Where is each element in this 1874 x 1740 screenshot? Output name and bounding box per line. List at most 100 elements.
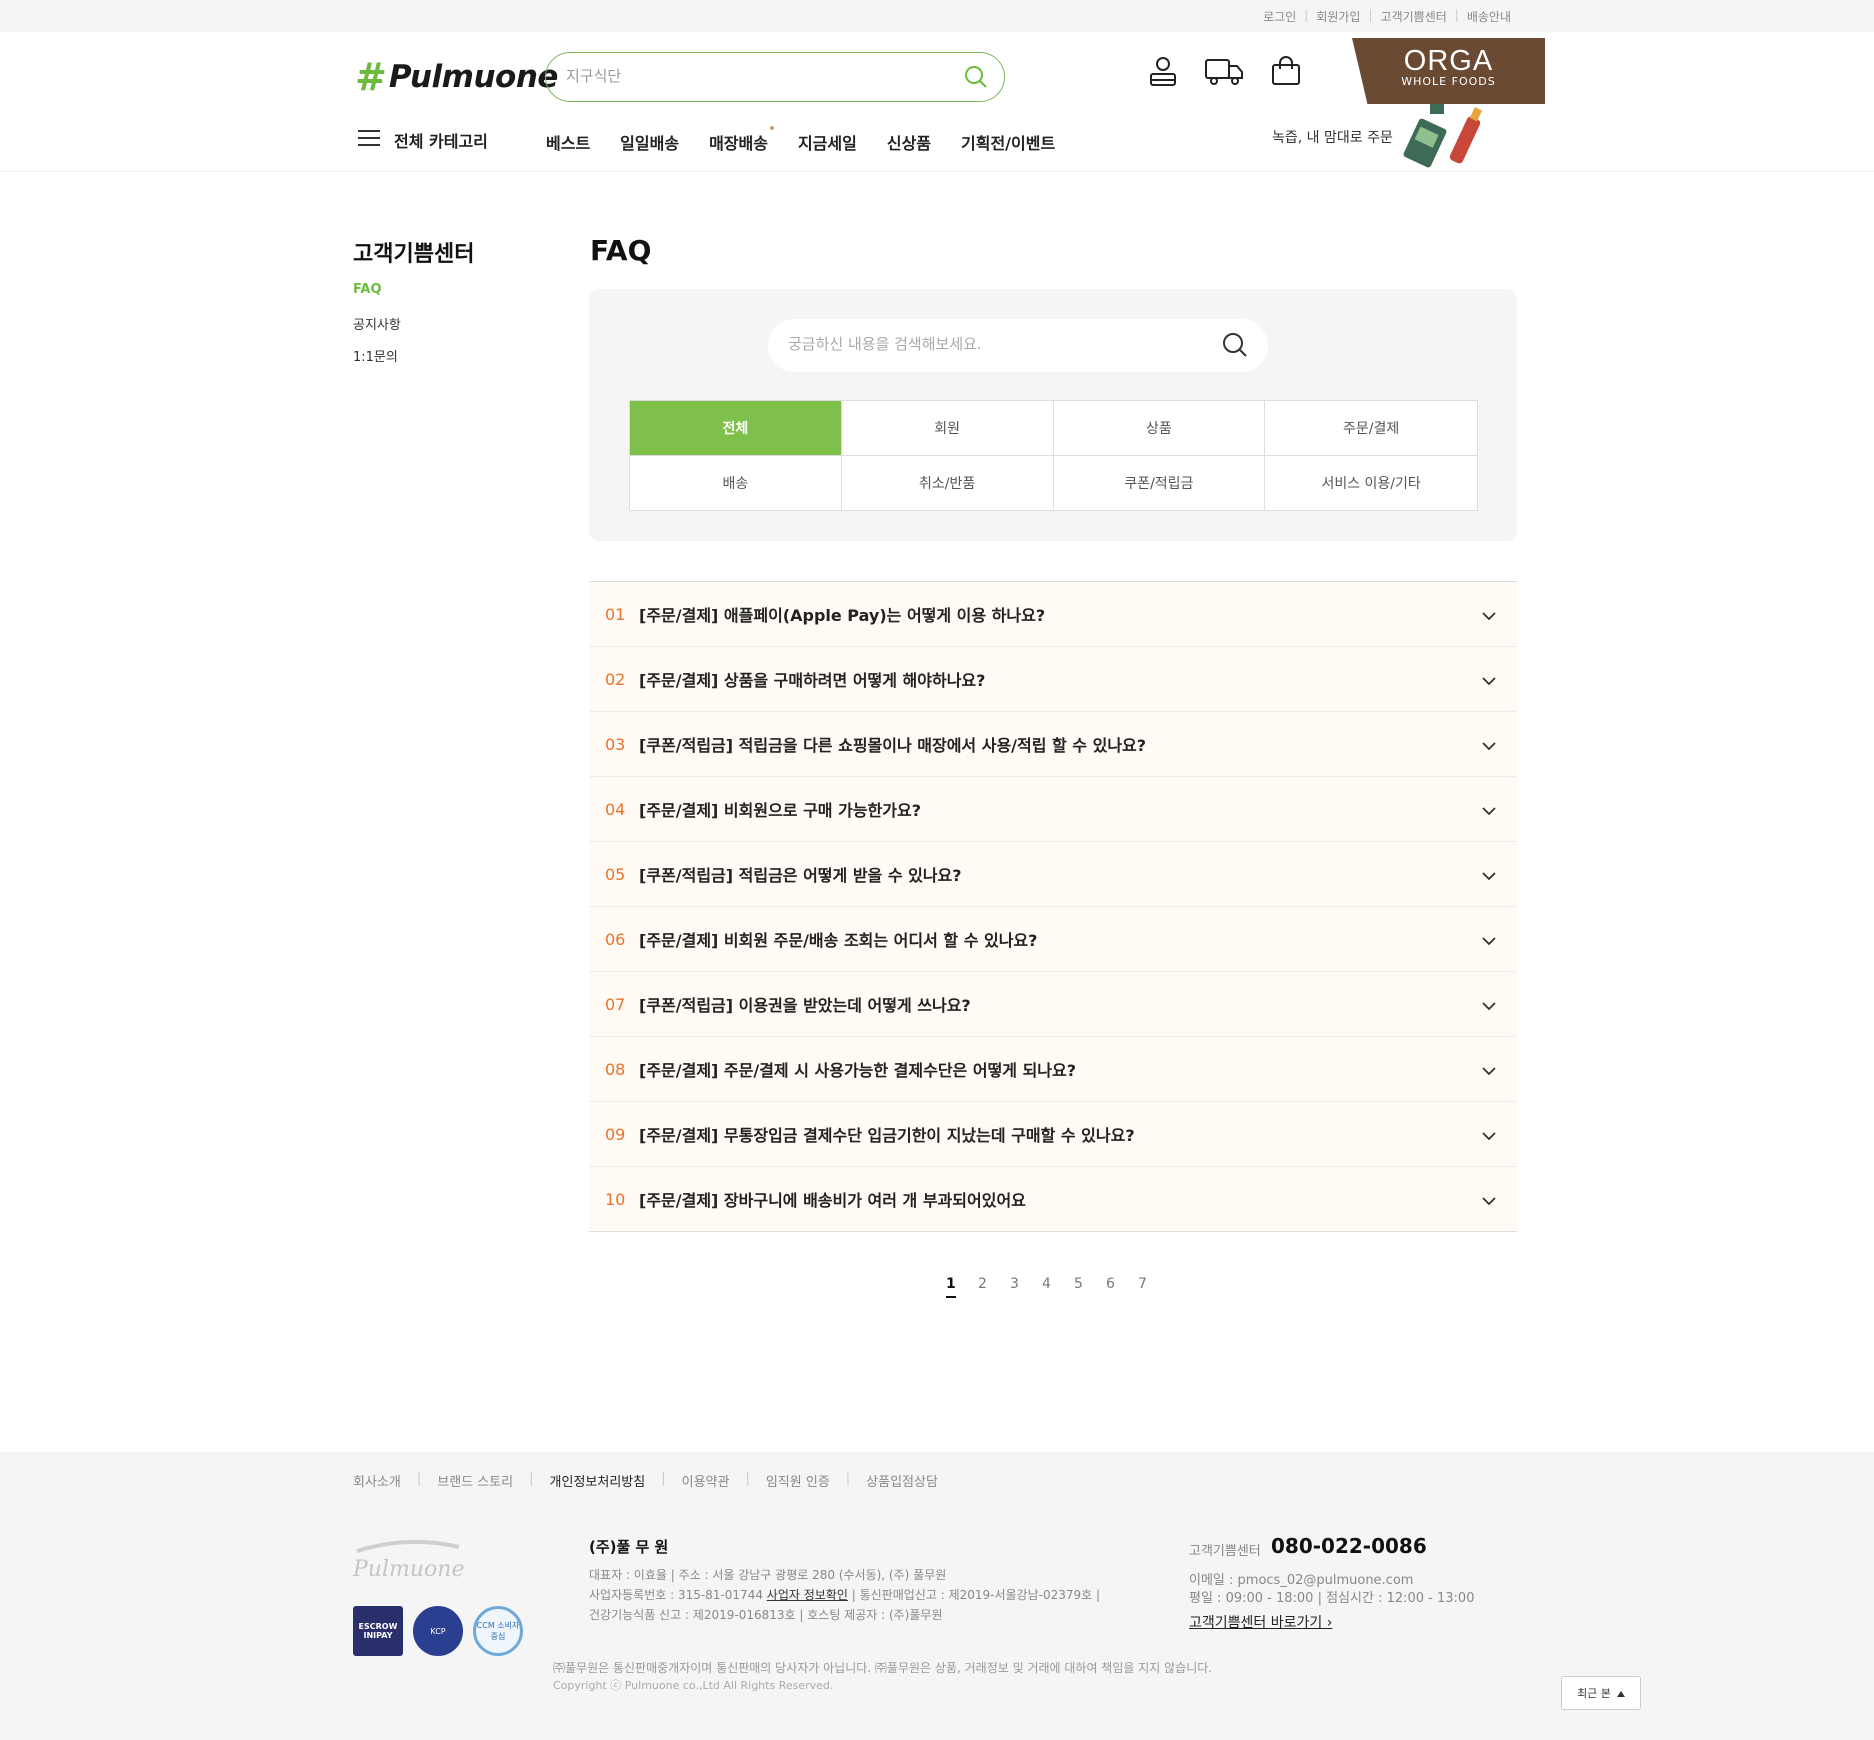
- cart-icon[interactable]: [1270, 55, 1302, 91]
- delivery-truck-icon[interactable]: [1204, 55, 1244, 91]
- faq-item[interactable]: 06 [주문/결제] 비회원 주문/배송 조회는 어디서 할 수 있나요?: [589, 907, 1517, 972]
- cs-hours: 평일 : 09:00 - 18:00 | 점심시간 : 12:00 - 13:0…: [1189, 1591, 1475, 1606]
- nav-item-sale[interactable]: 지금세일: [798, 130, 857, 154]
- utility-links: 로그인 | 회원가입 | 고객기쁨센터 | 배송안내: [1263, 8, 1511, 25]
- cs-center-link[interactable]: 고객기쁨센터 바로가기 ›: [1189, 1612, 1332, 1632]
- tab-delivery[interactable]: 배송: [630, 455, 842, 510]
- mail-order-number: | 통신판매업신고 : 제2019-서울강남-02379호 |: [851, 1588, 1101, 1602]
- faq-search-input[interactable]: [788, 335, 1188, 353]
- chevron-down-icon: [1481, 1126, 1497, 1145]
- chevron-down-icon: [1481, 866, 1497, 885]
- footer-logo: Pulmuone: [353, 1538, 464, 1582]
- footer-link-brand[interactable]: 브랜드 스토리: [437, 1471, 513, 1490]
- faq-question: [주문/결제] 상품을 구매하려면 어떻게 해야하나요?: [639, 671, 986, 690]
- user-icon[interactable]: [1148, 55, 1178, 91]
- pulmuone-logo[interactable]: # Pulmuone: [355, 58, 558, 96]
- faq-item[interactable]: 02 [주문/결제] 상품을 구매하려면 어떻게 해야하나요?: [589, 647, 1517, 712]
- cs-phone[interactable]: 080-022-0086: [1271, 1534, 1427, 1558]
- business-info-link[interactable]: 사업자 정보확인: [767, 1588, 848, 1602]
- faq-number: 03: [605, 734, 626, 754]
- page-7[interactable]: 7: [1138, 1276, 1170, 1292]
- faq-item[interactable]: 08 [주문/결제] 주문/결제 시 사용가능한 결제수단은 어떻게 되나요?: [589, 1037, 1517, 1102]
- header-search: [545, 52, 1005, 102]
- footer-link-partner[interactable]: 상품입점상담: [866, 1471, 938, 1490]
- faq-number: 02: [605, 669, 626, 689]
- business-number: 사업자등록번호 : 315-81-01744: [589, 1588, 763, 1602]
- faq-item[interactable]: 03 [쿠폰/적립금] 적립금을 다른 쇼핑몰이나 매장에서 사용/적립 할 수 …: [589, 712, 1517, 777]
- recently-viewed-label: 최근 본: [1577, 1687, 1611, 1700]
- faq-question: [쿠폰/적립금] 적립금을 다른 쇼핑몰이나 매장에서 사용/적립 할 수 있나…: [639, 736, 1147, 755]
- nav-menu: 베스트 일일배송 매장배송 지금세일 신상품 기획전/이벤트: [546, 126, 1085, 154]
- kcp-badge[interactable]: KCP: [413, 1606, 463, 1656]
- footer-links: 회사소개 | 브랜드 스토리 | 개인정보처리방침 | 이용약관 | 임직원 인증 | 상…: [353, 1471, 938, 1490]
- page-4[interactable]: 4: [1042, 1276, 1074, 1292]
- page-5[interactable]: 5: [1074, 1276, 1106, 1292]
- signup-link[interactable]: 회원가입: [1316, 8, 1360, 25]
- footer-link-terms[interactable]: 이용약관: [682, 1471, 730, 1490]
- search-icon[interactable]: [1222, 332, 1248, 362]
- tab-product[interactable]: 상품: [1053, 401, 1266, 456]
- delivery-guide-link[interactable]: 배송안내: [1467, 8, 1511, 25]
- nav-item-new[interactable]: 신상품: [887, 130, 931, 154]
- chevron-down-icon: [1481, 801, 1497, 820]
- faq-question: [주문/결제] 비회원으로 구매 가능한가요?: [639, 801, 921, 820]
- footer-link-employee[interactable]: 임직원 인증: [766, 1471, 830, 1490]
- sidebar-item-faq[interactable]: FAQ: [353, 282, 382, 297]
- sidebar-item-inquiry[interactable]: 1:1문의: [353, 346, 398, 365]
- nav-item-store-delivery[interactable]: 매장배송: [709, 126, 774, 154]
- all-categories-button[interactable]: 전체 카테고리: [358, 128, 488, 152]
- faq-item[interactable]: 05 [쿠폰/적립금] 적립금은 어떻게 받을 수 있나요?: [589, 842, 1517, 907]
- page-6[interactable]: 6: [1106, 1276, 1138, 1292]
- footer-link-privacy[interactable]: 개인정보처리방침: [550, 1471, 646, 1490]
- nav-item-daily-delivery[interactable]: 일일배송: [620, 130, 679, 154]
- cs-center-link-label: 고객기쁨센터 바로가기: [1189, 1615, 1323, 1631]
- faq-item[interactable]: 04 [주문/결제] 비회원으로 구매 가능한가요?: [589, 777, 1517, 842]
- page: 로그인| 회원가입| 고객기쁨센터| 배송안내 # Pulmuone ORGA …: [0, 0, 1874, 1740]
- logo-hash: #: [355, 54, 387, 99]
- faq-search: [768, 319, 1268, 372]
- orga-banner[interactable]: ORGA WHOLE FOODS: [1352, 38, 1545, 104]
- footer-link-about[interactable]: 회사소개: [353, 1471, 401, 1490]
- all-categories-label: 전체 카테고리: [394, 132, 488, 151]
- utility-bar: 로그인 | 회원가입 | 고객기쁨센터 | 배송안내: [0, 0, 1874, 32]
- caret-up-icon: [1616, 1687, 1625, 1700]
- search-icon[interactable]: [964, 65, 988, 93]
- certification-badges: ESCROW INIPAY KCP CCM 소비자중심: [353, 1606, 523, 1656]
- ccm-badge[interactable]: CCM 소비자중심: [473, 1606, 523, 1656]
- faq-number: 08: [605, 1059, 626, 1079]
- login-link[interactable]: 로그인: [1263, 8, 1296, 25]
- juice-product-image[interactable]: [1400, 104, 1500, 176]
- page-title: FAQ: [590, 234, 652, 267]
- page-3[interactable]: 3: [1010, 1276, 1042, 1292]
- faq-item[interactable]: 09 [주문/결제] 무통장입금 결제수단 입금기한이 지났는데 구매할 수 있나…: [589, 1102, 1517, 1167]
- tab-order-payment[interactable]: 주문/결제: [1265, 401, 1477, 456]
- faq-question: [주문/결제] 주문/결제 시 사용가능한 결제수단은 어떻게 되나요?: [639, 1061, 1077, 1080]
- nav-item-best[interactable]: 베스트: [546, 130, 590, 154]
- footer-company: (주)풀 무 원: [589, 1538, 669, 1556]
- customer-center-link[interactable]: 고객기쁨센터: [1381, 8, 1447, 25]
- page-1[interactable]: 1: [946, 1276, 978, 1298]
- faq-question: [쿠폰/적립금] 이용권을 받았는데 어떻게 쓰나요?: [639, 996, 971, 1015]
- hamburger-icon: [358, 130, 382, 150]
- juice-promo-text[interactable]: 녹즙, 내 맘대로 주문: [1272, 127, 1393, 147]
- sidebar-title: 고객기쁨센터: [353, 242, 475, 267]
- faq-item[interactable]: 07 [쿠폰/적립금] 이용권을 받았는데 어떻게 쓰나요?: [589, 972, 1517, 1037]
- tab-all[interactable]: 전체: [630, 401, 842, 456]
- faq-item[interactable]: 10 [주문/결제] 장바구니에 배송비가 여러 개 부과되어있어요: [589, 1167, 1517, 1232]
- sidebar-item-notice[interactable]: 공지사항: [353, 314, 401, 333]
- tab-member[interactable]: 회원: [841, 401, 1054, 456]
- nav-item-events[interactable]: 기획전/이벤트: [961, 130, 1055, 154]
- header-search-input[interactable]: [566, 67, 926, 85]
- escrow-badge[interactable]: ESCROW INIPAY: [353, 1606, 403, 1656]
- tab-coupon-points[interactable]: 쿠폰/적립금: [1054, 455, 1266, 510]
- faq-item[interactable]: 01 [주문/결제] 애플페이(Apple Pay)는 어떻게 이용 하나요?: [589, 582, 1517, 647]
- recently-viewed-button[interactable]: 최근 본: [1561, 1676, 1641, 1710]
- tab-cancel-return[interactable]: 취소/반품: [842, 455, 1054, 510]
- page-number: 1: [946, 1276, 956, 1298]
- faq-number: 06: [605, 929, 626, 949]
- chevron-down-icon: [1481, 1191, 1497, 1210]
- footer-logo-swoosh: [356, 1539, 460, 1553]
- faq-question: [주문/결제] 장바구니에 배송비가 여러 개 부과되어있어요: [639, 1191, 1026, 1210]
- tab-service-etc[interactable]: 서비스 이용/기타: [1265, 456, 1477, 511]
- page-2[interactable]: 2: [978, 1276, 1010, 1292]
